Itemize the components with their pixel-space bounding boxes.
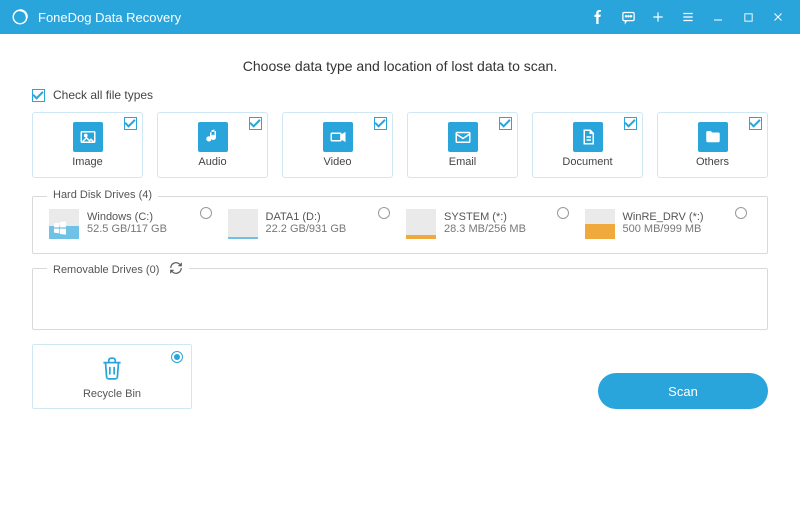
drive-item[interactable]: SYSTEM (*:)28.3 MB/256 MB — [406, 209, 573, 239]
hdd-legend-text: Hard Disk Drives (4) — [53, 189, 152, 201]
checkbox-icon — [624, 117, 637, 130]
checkbox-icon — [124, 117, 137, 130]
drive-usage-icon — [406, 209, 436, 239]
title-bar: FoneDog Data Recovery — [0, 0, 800, 34]
footer-area: Recycle Bin Scan — [32, 344, 768, 409]
facebook-icon[interactable] — [586, 5, 610, 29]
app-logo — [10, 7, 30, 27]
filetype-label: Document — [562, 156, 612, 168]
video-icon — [323, 122, 353, 152]
checkbox-icon — [749, 117, 762, 130]
checkbox-icon — [374, 117, 387, 130]
drive-usage-icon — [49, 209, 79, 239]
checkbox-icon — [499, 117, 512, 130]
filetype-card-email[interactable]: Email — [407, 112, 518, 178]
radio-icon — [557, 207, 569, 219]
filetype-card-image[interactable]: Image — [32, 112, 143, 178]
filetype-card-video[interactable]: Video — [282, 112, 393, 178]
maximize-button[interactable] — [736, 5, 760, 29]
filetype-cards: Image Audio Video Email Document Others — [32, 112, 768, 178]
checkbox-icon — [32, 89, 45, 102]
recycle-bin-option[interactable]: Recycle Bin — [32, 344, 192, 409]
drive-item[interactable]: DATA1 (D:)22.2 GB/931 GB — [228, 209, 395, 239]
radio-icon — [200, 207, 212, 219]
document-icon — [573, 122, 603, 152]
filetype-card-others[interactable]: Others — [657, 112, 768, 178]
hdd-panel: Hard Disk Drives (4) Windows (C:)52.5 GB… — [32, 196, 768, 254]
refresh-icon[interactable] — [169, 261, 183, 278]
filetype-card-audio[interactable]: Audio — [157, 112, 268, 178]
hdd-drive-list: Windows (C:)52.5 GB/117 GB DATA1 (D:)22.2… — [49, 209, 751, 239]
filetype-label: Others — [696, 156, 729, 168]
email-icon — [448, 122, 478, 152]
drive-usage-icon — [585, 209, 615, 239]
hdd-legend: Hard Disk Drives (4) — [47, 189, 158, 201]
plus-icon[interactable] — [646, 5, 670, 29]
radio-icon — [735, 207, 747, 219]
drive-size: 500 MB/999 MB — [623, 223, 704, 235]
close-button[interactable] — [766, 5, 790, 29]
drive-size: 22.2 GB/931 GB — [266, 223, 347, 235]
menu-icon[interactable] — [676, 5, 700, 29]
filetype-label: Audio — [198, 156, 226, 168]
drive-name: SYSTEM (*:) — [444, 211, 526, 223]
radio-icon — [171, 351, 183, 363]
filetype-label: Image — [72, 156, 103, 168]
drive-size: 52.5 GB/117 GB — [87, 223, 167, 235]
recycle-bin-label: Recycle Bin — [83, 388, 141, 400]
minimize-button[interactable] — [706, 5, 730, 29]
filetype-label: Email — [449, 156, 477, 168]
radio-icon — [378, 207, 390, 219]
scan-button[interactable]: Scan — [598, 373, 768, 409]
drive-name: WinRE_DRV (*:) — [623, 211, 704, 223]
checkbox-icon — [249, 117, 262, 130]
filetype-label: Video — [324, 156, 352, 168]
folder-icon — [698, 122, 728, 152]
main-content: Choose data type and location of lost da… — [0, 34, 800, 421]
removable-legend-text: Removable Drives (0) — [53, 264, 159, 276]
page-title: Choose data type and location of lost da… — [32, 58, 768, 74]
audio-icon — [198, 122, 228, 152]
check-all-checkbox[interactable]: Check all file types — [32, 88, 768, 102]
drive-item[interactable]: Windows (C:)52.5 GB/117 GB — [49, 209, 216, 239]
check-all-label: Check all file types — [53, 88, 153, 102]
windows-icon — [52, 220, 70, 238]
drive-item[interactable]: WinRE_DRV (*:)500 MB/999 MB — [585, 209, 752, 239]
drive-name: Windows (C:) — [87, 211, 167, 223]
image-icon — [73, 122, 103, 152]
feedback-icon[interactable] — [616, 5, 640, 29]
drive-size: 28.3 MB/256 MB — [444, 223, 526, 235]
drive-name: DATA1 (D:) — [266, 211, 347, 223]
trash-icon — [99, 355, 125, 384]
app-title: FoneDog Data Recovery — [38, 10, 580, 25]
removable-legend: Removable Drives (0) — [47, 261, 189, 278]
filetype-card-document[interactable]: Document — [532, 112, 643, 178]
removable-panel: Removable Drives (0) — [32, 268, 768, 330]
drive-usage-icon — [228, 209, 258, 239]
